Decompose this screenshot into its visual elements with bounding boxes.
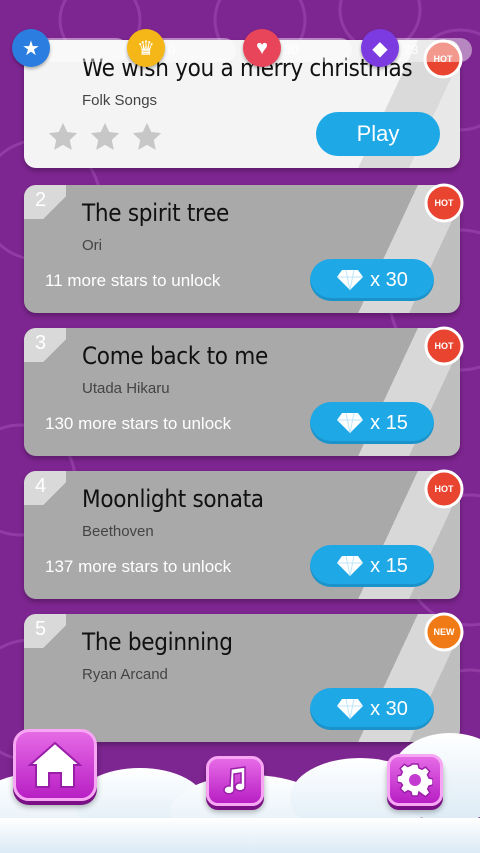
unlock-requirement: 130 more stars to unlock <box>45 414 232 433</box>
gem-icon <box>337 412 364 434</box>
song-card-2[interactable]: 2 The spirit tree Ori 11 more stars to u… <box>24 185 460 313</box>
song-number: 3 <box>35 332 47 354</box>
new-badge: NEW <box>424 612 464 652</box>
song-artist: Ori <box>82 237 102 254</box>
gem-cost: x 30 <box>370 268 408 291</box>
song-artist: Folk Songs <box>82 92 158 109</box>
song-artist: Utada Hikaru <box>82 380 170 397</box>
heart-icon: ♥ <box>243 29 281 67</box>
song-artist: Beethoven <box>82 523 154 540</box>
home-button[interactable] <box>13 729 97 801</box>
top-hud: ★ 0 ♛ 30 ♥ 23 ◆ <box>0 29 480 70</box>
unlock-with-gems-button[interactable]: x 30 <box>310 259 434 301</box>
gem-icon <box>337 698 364 720</box>
gem-cost: x 15 <box>370 411 408 434</box>
home-icon <box>27 741 83 788</box>
gem-icon: ◆ <box>361 29 399 67</box>
song-number: 2 <box>35 189 47 211</box>
unlock-with-gems-button[interactable]: x 15 <box>310 402 434 444</box>
gem-cost: x 15 <box>370 554 408 577</box>
star-icon <box>90 122 120 150</box>
hot-badge: HOT <box>424 183 464 223</box>
song-number: 4 <box>35 475 47 497</box>
gem-icon <box>337 555 364 577</box>
song-title: Moonlight sonata <box>82 485 264 513</box>
song-card-4[interactable]: 4 Moonlight sonata Beethoven 137 more st… <box>24 471 460 599</box>
song-number: 5 <box>35 618 47 640</box>
song-title: Come back to me <box>82 342 268 370</box>
unlock-requirement: 137 more stars to unlock <box>45 557 232 576</box>
crown-icon: ♛ <box>127 29 165 67</box>
gear-icon <box>397 763 433 798</box>
song-artist: Ryan Arcand <box>82 666 168 683</box>
settings-button[interactable] <box>387 754 443 806</box>
song-title: The spirit tree <box>82 199 230 227</box>
unlock-requirement: 11 more stars to unlock <box>45 271 221 290</box>
star-icon: ★ <box>12 29 50 67</box>
hot-badge: HOT <box>424 326 464 366</box>
hot-badge: HOT <box>424 469 464 509</box>
star-icon <box>48 122 78 150</box>
music-note-icon <box>223 766 246 795</box>
play-button[interactable]: Play <box>316 112 440 156</box>
song-title: The beginning <box>82 628 233 656</box>
song-card-3[interactable]: 3 Come back to me Utada Hikaru 130 more … <box>24 328 460 456</box>
unlock-with-gems-button[interactable]: x 15 <box>310 545 434 587</box>
gem-icon <box>337 269 364 291</box>
star-rating <box>46 120 164 154</box>
music-button[interactable] <box>206 756 264 806</box>
star-icon <box>132 122 162 150</box>
